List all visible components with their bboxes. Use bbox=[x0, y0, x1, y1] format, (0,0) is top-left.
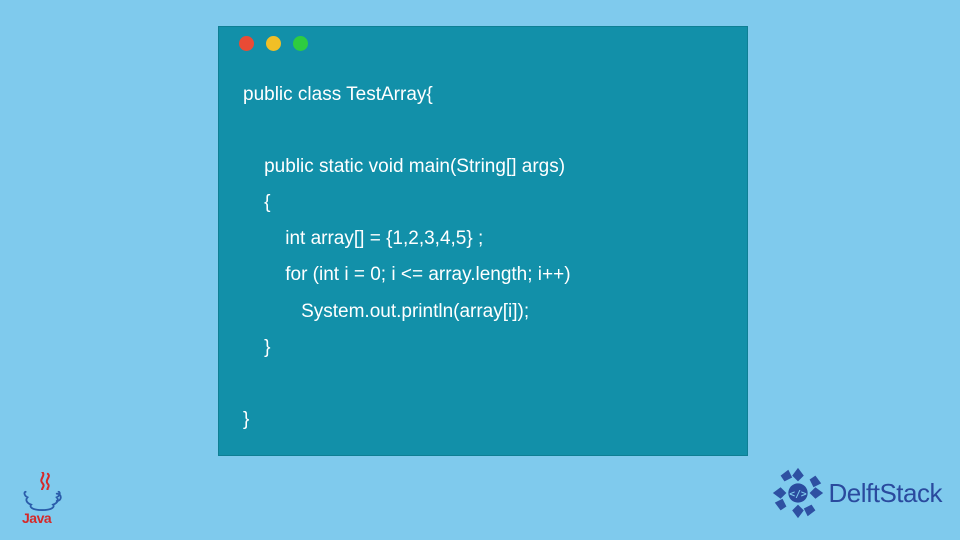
window-titlebar bbox=[219, 27, 747, 59]
java-cup-icon bbox=[22, 490, 64, 512]
delftstack-badge-icon: </> bbox=[769, 464, 827, 522]
close-icon bbox=[239, 36, 254, 51]
java-logo: Java bbox=[22, 472, 70, 526]
minimize-icon bbox=[266, 36, 281, 51]
java-logo-text: Java bbox=[22, 510, 70, 526]
code-window: public class TestArray{ public static vo… bbox=[218, 26, 748, 456]
svg-text:</>: </> bbox=[789, 489, 807, 500]
delftstack-logo: </> DelftStack bbox=[769, 464, 943, 522]
delftstack-logo-text: DelftStack bbox=[829, 478, 943, 509]
java-steam-icon bbox=[35, 472, 57, 490]
code-block: public class TestArray{ public static vo… bbox=[219, 59, 747, 438]
maximize-icon bbox=[293, 36, 308, 51]
